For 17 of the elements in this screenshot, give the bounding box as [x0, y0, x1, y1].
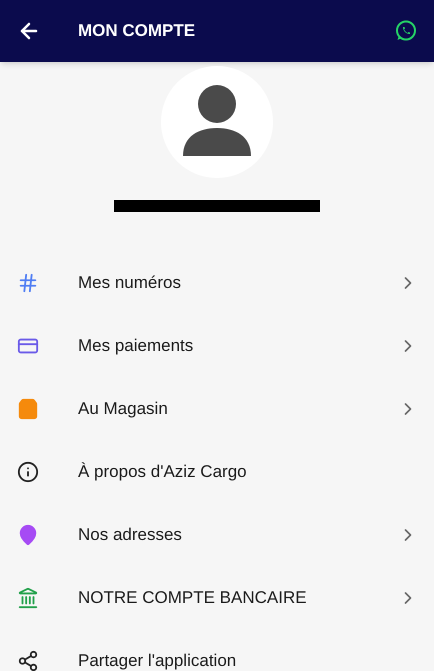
menu-label: Partager l'application	[78, 650, 236, 671]
menu-item[interactable]: Mes paiements	[0, 314, 434, 377]
menu-item[interactable]: NOTRE COMPTE BANCAIRE	[0, 566, 434, 629]
menu-label: Mes paiements	[78, 334, 194, 357]
chat-icon[interactable]	[394, 19, 418, 43]
menu-label: NOTRE COMPTE BANCAIRE	[78, 586, 307, 609]
menu-label: Nos adresses	[78, 524, 182, 546]
menu-item[interactable]: À propos d'Aziz Cargo	[0, 440, 434, 503]
menu-item[interactable]: Mes numéros	[0, 251, 434, 314]
menu-label: Au Magasin	[78, 398, 168, 420]
menu-item[interactable]: Nos adresses	[0, 503, 434, 566]
menu-item[interactable]: Au Magasin	[0, 377, 434, 440]
menu-label: À propos d'Aziz Cargo	[78, 460, 247, 483]
page-title: MON COMPTE	[78, 20, 196, 42]
menu-label: Mes numéros	[78, 272, 181, 294]
menu-item[interactable]: Partager l'application	[0, 629, 434, 671]
person-icon	[183, 84, 251, 156]
